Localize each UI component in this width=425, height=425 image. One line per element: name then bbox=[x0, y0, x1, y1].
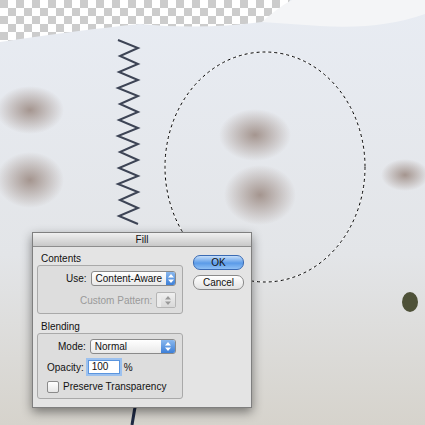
preserve-transparency-row: Preserve Transparency bbox=[44, 380, 176, 393]
use-label: Use: bbox=[66, 273, 87, 284]
up-down-arrows-icon bbox=[165, 296, 171, 305]
preserve-transparency-checkbox[interactable] bbox=[47, 381, 59, 393]
contents-group: Contents Use: Content-Aware Custom Pattern: bbox=[37, 253, 183, 314]
secondary-button[interactable]: Cancel bbox=[193, 275, 244, 290]
mode-row: Mode: Normal bbox=[44, 339, 176, 354]
group-label: Blending bbox=[37, 321, 183, 333]
group-box: Mode: Normal Opacity: 100% Preserve Transpar… bbox=[37, 333, 183, 399]
use-select[interactable]: Content-Aware bbox=[91, 271, 176, 286]
pattern-picker bbox=[156, 292, 176, 308]
group-label: Contents bbox=[37, 253, 183, 265]
percent-label: % bbox=[124, 362, 133, 373]
up-down-arrows-icon bbox=[165, 342, 171, 351]
preserve-transparency-label: Preserve Transparency bbox=[63, 381, 166, 392]
custom-pattern-row: Custom Pattern: bbox=[44, 292, 176, 308]
opacity-row: Opacity: 100% bbox=[44, 360, 176, 374]
opacity-input[interactable]: 100 bbox=[88, 360, 120, 374]
up-down-arrows-icon bbox=[168, 274, 174, 283]
buttons-column: OK Cancel bbox=[193, 253, 244, 399]
mode-label: Mode: bbox=[58, 341, 86, 352]
options-column: Contents Use: Content-Aware Custom Pattern:… bbox=[37, 253, 183, 399]
title-bar: Fill bbox=[33, 233, 251, 247]
use-row: Use: Content-Aware bbox=[44, 271, 176, 286]
opacity-label: Opacity: bbox=[47, 362, 84, 373]
photoshop-workspace: Fill Contents Use: Content-Aware Custom Patt… bbox=[0, 0, 425, 425]
fill-dialog: Fill Contents Use: Content-Aware Custom Patt… bbox=[32, 232, 252, 408]
blending-group: Blending Mode: Normal Opacity: 100% Preserve … bbox=[37, 321, 183, 399]
mode-select[interactable]: Normal bbox=[90, 339, 176, 354]
default-button[interactable]: OK bbox=[193, 255, 244, 270]
group-box: Use: Content-Aware Custom Pattern: bbox=[37, 265, 183, 314]
dialog-body: Contents Use: Content-Aware Custom Pattern:… bbox=[33, 247, 251, 407]
custom-pattern-label: Custom Pattern: bbox=[80, 295, 152, 306]
